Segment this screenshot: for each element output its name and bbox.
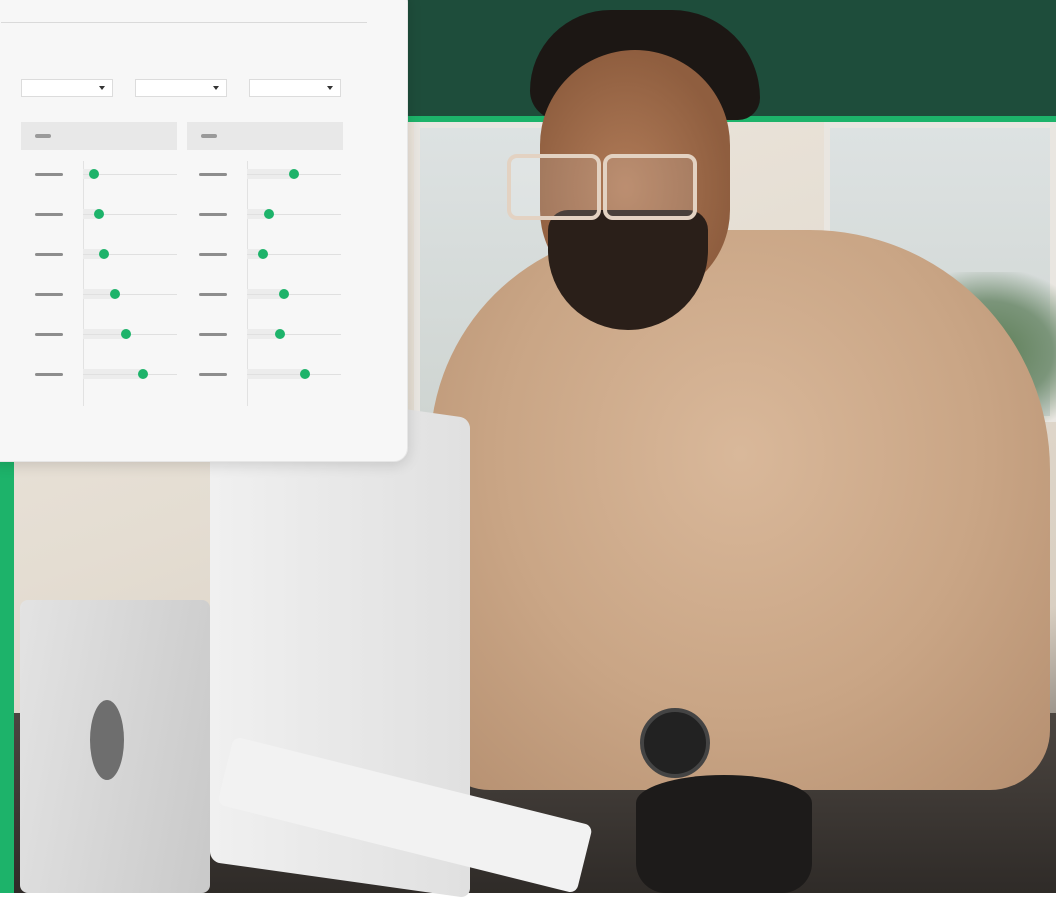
card-divider [1,22,367,23]
monitor-stand [20,600,210,893]
row-label-placeholder [199,293,227,296]
row-label-placeholder [35,333,63,336]
slider-handle[interactable] [138,369,149,379]
row-label-placeholder [35,253,63,256]
chevron-down-icon [327,86,333,90]
slider-handle[interactable] [89,169,100,179]
slider-handle[interactable] [300,369,311,379]
stand-cable-hole [90,700,124,780]
header-placeholder [201,134,217,138]
glasses-lens-right [603,154,697,220]
row-label-placeholder [35,213,63,216]
row-label-placeholder [199,253,227,256]
slider-handle[interactable] [98,249,109,259]
slider-track [83,374,177,375]
header-placeholder [35,134,51,138]
column-header-1 [21,122,177,150]
slider-track [247,334,341,335]
coffee-mug [636,775,812,893]
slider-handle[interactable] [289,169,299,179]
dashboard-card [0,0,408,462]
slider-handle[interactable] [93,209,104,219]
chevron-down-icon [99,86,105,90]
slider-track [83,254,177,255]
row-label-placeholder [199,333,227,336]
column-header-2 [187,122,343,150]
slider-handle[interactable] [274,329,285,339]
wristwatch [640,708,710,778]
filter-dropdown-3[interactable] [249,79,341,97]
glasses [505,148,735,220]
slider-track [83,294,177,295]
slider-handle[interactable] [121,329,132,339]
row-label-placeholder [35,293,63,296]
brand-accent-frame [0,440,14,893]
row-label-placeholder [35,373,63,376]
slider-track [247,214,341,215]
glasses-lens-left [507,154,601,220]
filter-dropdown-2[interactable] [135,79,227,97]
chevron-down-icon [213,86,219,90]
slider-handle[interactable] [278,289,289,299]
slider-handle[interactable] [257,249,268,259]
slider-track [247,374,341,375]
row-label-placeholder [199,173,227,176]
row-label-placeholder [199,373,227,376]
person-shirt [430,230,1050,790]
slider-handle[interactable] [109,289,120,299]
row-label-placeholder [35,173,63,176]
slider-track [247,294,341,295]
filter-dropdown-1[interactable] [21,79,113,97]
row-label-placeholder [199,213,227,216]
slider-handle[interactable] [263,209,274,219]
